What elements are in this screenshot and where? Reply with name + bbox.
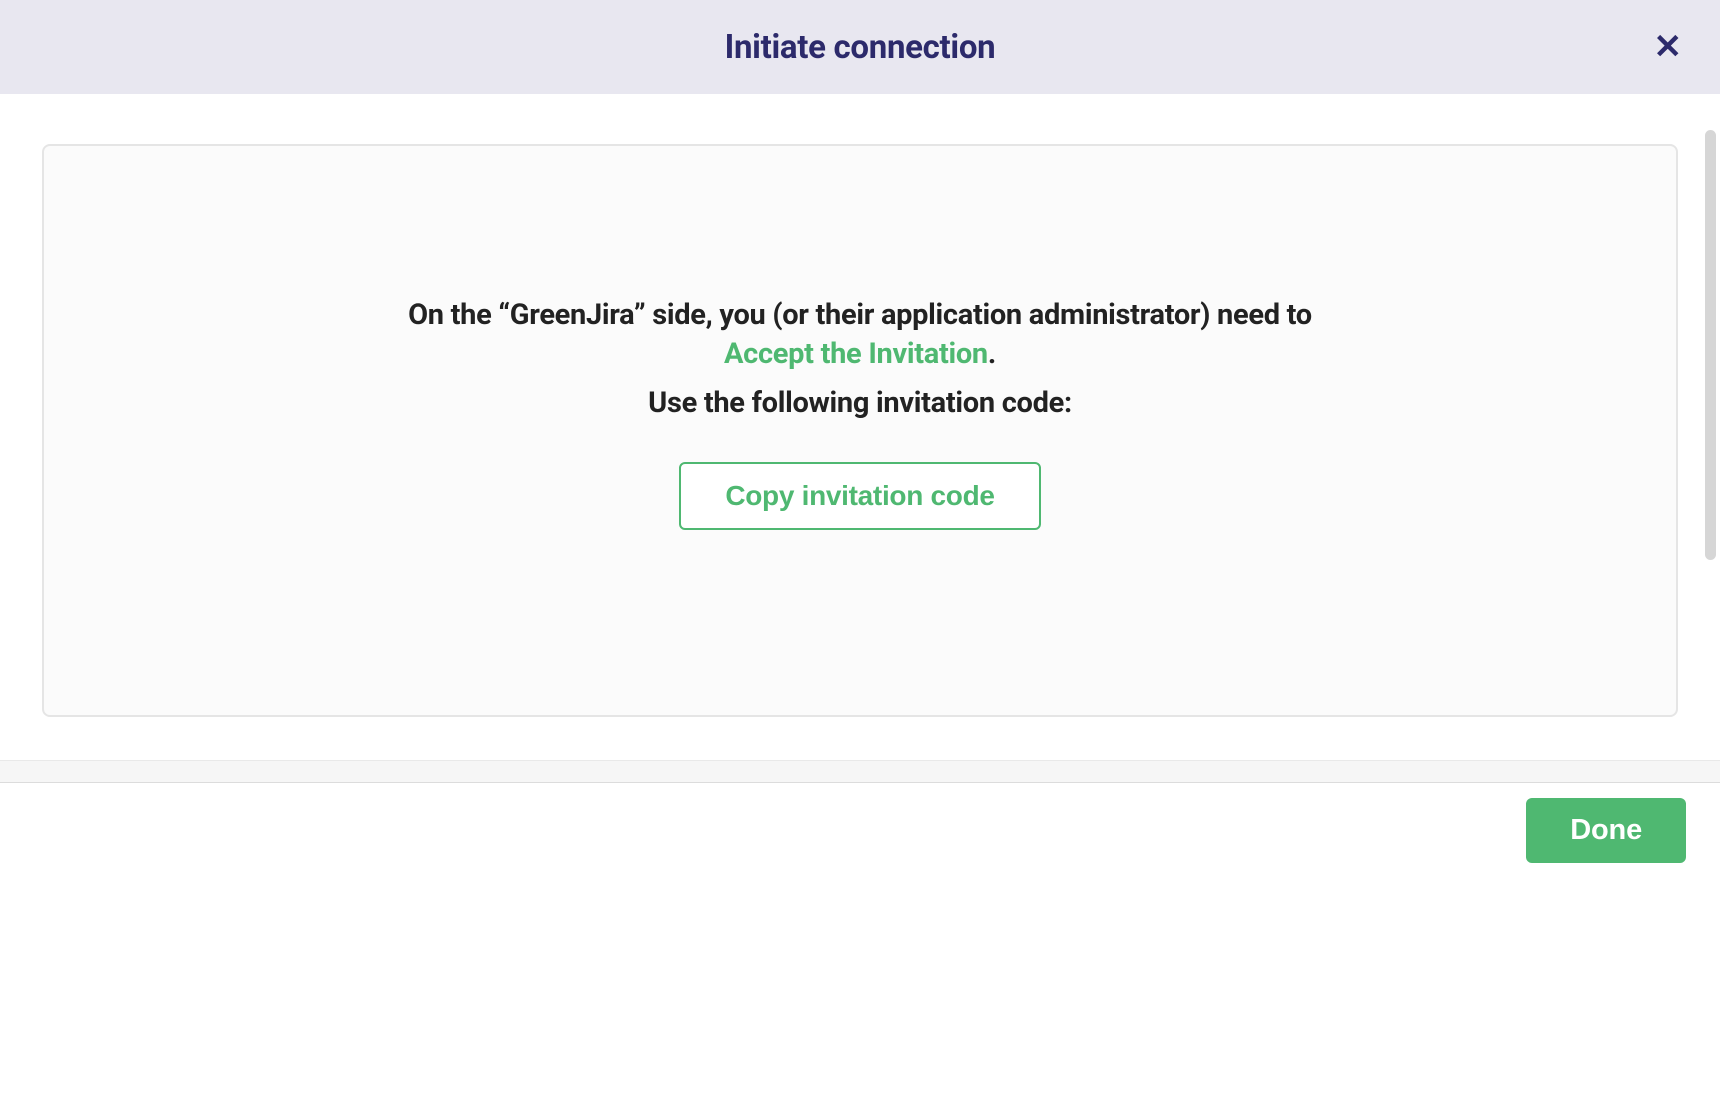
- modal-header: Initiate connection ✕: [0, 0, 1720, 94]
- modal-footer: Done: [0, 783, 1720, 878]
- modal-title: Initiate connection: [725, 28, 996, 67]
- side-name: GreenJira: [510, 298, 634, 332]
- scrollbar-track[interactable]: [1702, 98, 1719, 758]
- done-button[interactable]: Done: [1526, 798, 1686, 863]
- instruction-mid: ” side, you (or their application admini…: [634, 298, 1312, 332]
- instruction-prefix: On the “: [408, 298, 510, 332]
- scrollbar-thumb[interactable]: [1705, 130, 1716, 560]
- instruction-wrapper: On the “GreenJira” side, you (or their a…: [360, 296, 1360, 530]
- content-panel: On the “GreenJira” side, you (or their a…: [42, 144, 1678, 717]
- close-icon: ✕: [1654, 28, 1683, 66]
- modal-body: On the “GreenJira” side, you (or their a…: [0, 94, 1720, 760]
- accept-invitation-link[interactable]: Accept the Invitation: [724, 337, 988, 371]
- instruction-suffix: .: [988, 337, 996, 371]
- use-code-text: Use the following invitation code:: [360, 386, 1360, 420]
- close-button[interactable]: ✕: [1646, 22, 1691, 72]
- copy-invitation-code-button[interactable]: Copy invitation code: [679, 462, 1040, 530]
- instruction-text: On the “GreenJira” side, you (or their a…: [360, 296, 1360, 374]
- separator-row: [0, 760, 1720, 783]
